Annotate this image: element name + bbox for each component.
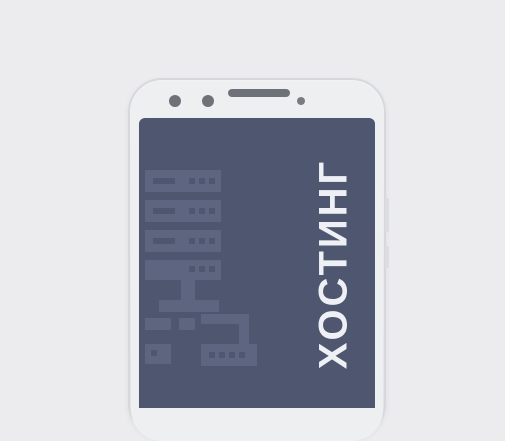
cable-segment [145,318,171,330]
screen-title: ХОСТИНГ [311,158,356,370]
volume-button [385,198,389,232]
product-illustration: ХОСТИНГ [0,0,505,441]
proximity-sensor-icon [297,97,305,105]
front-camera-icon [169,95,181,107]
server-stand [181,280,195,300]
power-button [385,246,389,268]
cable-connector [145,344,171,364]
earpiece-speaker [228,89,290,97]
cable-segment [179,318,195,330]
front-camera-secondary-icon [202,95,214,107]
server-base [159,300,219,312]
